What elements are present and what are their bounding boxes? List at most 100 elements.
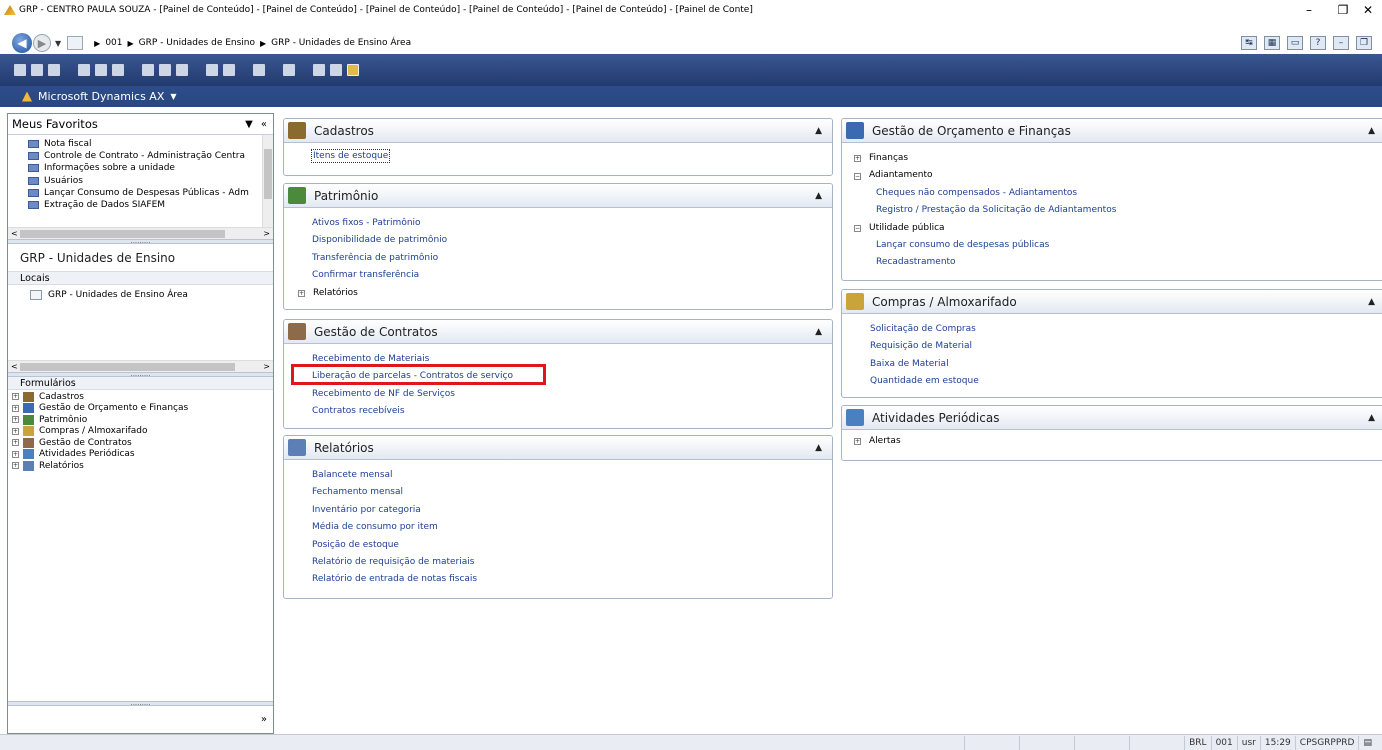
content-pane-icon[interactable] <box>347 64 359 76</box>
expand-icon[interactable]: + <box>854 438 861 446</box>
favorite-item[interactable]: Nota fiscal <box>8 138 256 150</box>
print-preview-icon[interactable] <box>95 64 107 76</box>
breadcrumb-unit[interactable]: GRP - Unidades de Ensino <box>139 38 255 48</box>
chevron-up-icon[interactable]: ▲ <box>815 443 822 453</box>
chevron-up-icon[interactable]: ▲ <box>815 327 822 337</box>
tree-item-relatorios[interactable]: + Relatórios <box>8 460 273 472</box>
tree-item-cadastros[interactable]: + Cadastros <box>8 391 273 403</box>
new-icon[interactable] <box>14 64 26 76</box>
expand-icon[interactable]: + <box>12 439 19 447</box>
link-media-consumo[interactable]: Média de consumo por item <box>312 519 832 536</box>
collapse-icon[interactable]: − <box>854 224 861 232</box>
chevron-up-icon[interactable]: ▲ <box>815 126 822 136</box>
locais-horizontal-scrollbar[interactable]: < > <box>8 360 273 372</box>
collapse-icon[interactable]: − <box>854 172 861 180</box>
tree-item-orcamento[interactable]: + Gestão de Orçamento e Finanças <box>8 403 273 415</box>
status-session-icon[interactable]: ▤ <box>1358 735 1376 750</box>
filter-icon[interactable] <box>283 64 295 76</box>
location-item[interactable]: GRP - Unidades de Ensino Área <box>8 288 273 302</box>
node-relatorios[interactable]: + Relatórios <box>298 285 832 302</box>
mdi-restore-icon[interactable]: ❐ <box>1356 36 1372 50</box>
favorites-horizontal-scrollbar[interactable]: < > <box>8 227 273 239</box>
expand-icon[interactable]: + <box>12 393 19 401</box>
link-posicao-estoque[interactable]: Posição de estoque <box>312 537 832 554</box>
node-financas[interactable]: + Finanças <box>854 150 1382 167</box>
expand-icon[interactable]: + <box>12 462 19 470</box>
configure-buttons-icon[interactable]: » <box>261 714 267 725</box>
status-company[interactable]: 001 <box>1210 735 1237 750</box>
close-button[interactable]: ✕ <box>1354 0 1382 20</box>
app-menu-bar[interactable]: Microsoft Dynamics AX ▼ <box>0 86 1382 107</box>
export-icon[interactable] <box>112 64 124 76</box>
alert-icon[interactable] <box>253 64 265 76</box>
favorites-menu-icon[interactable]: ▼ <box>245 119 253 130</box>
link-requisicao-materiais[interactable]: Relatório de requisição de materiais <box>312 554 832 571</box>
link-quantidade-estoque[interactable]: Quantidade em estoque <box>870 373 1382 390</box>
save-icon[interactable] <box>48 64 60 76</box>
tree-item-patrimonio[interactable]: + Patrimônio <box>8 414 273 426</box>
node-alertas[interactable]: + Alertas <box>854 433 1382 450</box>
chevron-up-icon[interactable]: ▲ <box>1368 297 1375 307</box>
favorites-vertical-scrollbar[interactable] <box>262 135 273 227</box>
chevron-up-icon[interactable]: ▲ <box>1368 126 1375 136</box>
back-button[interactable]: ◀ <box>12 33 32 53</box>
open-icon[interactable] <box>31 64 43 76</box>
tree-item-atividades[interactable]: + Atividades Periódicas <box>8 449 273 461</box>
history-dropdown-icon[interactable]: ▼ <box>55 39 61 48</box>
help-icon[interactable]: ? <box>1310 36 1326 50</box>
chevron-up-icon[interactable]: ▲ <box>1368 413 1375 423</box>
paste-icon[interactable] <box>176 64 188 76</box>
panel-header[interactable]: Cadastros ▲ <box>284 119 832 143</box>
tree-item-compras[interactable]: + Compras / Almoxarifado <box>8 426 273 438</box>
favorite-item[interactable]: Extração de Dados SIAFEM <box>8 199 256 211</box>
breadcrumb-area[interactable]: GRP - Unidades de Ensino Área <box>271 38 411 48</box>
chevron-up-icon[interactable]: ▲ <box>815 191 822 201</box>
panel-header[interactable]: Atividades Periódicas ▲ <box>842 406 1382 430</box>
panel-header[interactable]: Gestão de Contratos ▲ <box>284 320 832 344</box>
node-adiantamento[interactable]: − Adiantamento <box>854 167 1382 184</box>
panel-header[interactable]: Relatórios ▲ <box>284 436 832 460</box>
link-solicitacao-compras[interactable]: Solicitação de Compras <box>870 321 1382 338</box>
grid-icon[interactable] <box>330 64 342 76</box>
refresh-icon[interactable]: ↹ <box>1241 36 1257 50</box>
find-next-icon[interactable] <box>223 64 235 76</box>
cut-icon[interactable] <box>142 64 154 76</box>
link-transferencia[interactable]: Transferência de patrimônio <box>312 250 832 267</box>
panel-header[interactable]: Patrimônio ▲ <box>284 184 832 208</box>
tree-item-contratos[interactable]: + Gestão de Contratos <box>8 437 273 449</box>
link-lancar-consumo[interactable]: Lançar consumo de despesas públicas <box>854 237 1382 254</box>
link-inventario[interactable]: Inventário por categoria <box>312 502 832 519</box>
link-itens-estoque[interactable]: Itens de estoque <box>310 149 391 163</box>
mdi-minimize-icon[interactable]: – <box>1333 36 1349 50</box>
link-confirmar-transferencia[interactable]: Confirmar transferência <box>312 267 832 284</box>
node-utilidade-publica[interactable]: − Utilidade pública <box>854 220 1382 237</box>
link-entrada-notas[interactable]: Relatório de entrada de notas fiscais <box>312 571 832 588</box>
print-icon[interactable] <box>78 64 90 76</box>
copy-icon[interactable] <box>159 64 171 76</box>
layout-icon[interactable]: ▦ <box>1264 36 1280 50</box>
favorite-item[interactable]: Controle de Contrato - Administração Cen… <box>8 150 256 162</box>
link-cheques[interactable]: Cheques não compensados - Adiantamentos <box>854 185 1382 202</box>
breadcrumb-company[interactable]: 001 <box>105 38 122 48</box>
favorite-item[interactable]: Usuários <box>8 175 256 187</box>
link-requisicao-material[interactable]: Requisição de Material <box>870 338 1382 355</box>
expand-icon[interactable]: + <box>12 427 19 435</box>
report-icon[interactable] <box>313 64 325 76</box>
collapse-pane-icon[interactable]: « <box>261 119 267 130</box>
link-registro-prestacao[interactable]: Registro / Prestação da Solicitação de A… <box>854 202 1382 219</box>
expand-icon[interactable]: + <box>12 450 19 458</box>
find-icon[interactable] <box>206 64 218 76</box>
link-liberacao-parcelas[interactable]: Liberação de parcelas - Contratos de ser… <box>312 368 832 385</box>
window-icon[interactable]: ▭ <box>1287 36 1303 50</box>
link-fechamento[interactable]: Fechamento mensal <box>312 484 832 501</box>
link-recebimento-nf[interactable]: Recebimento de NF de Serviços <box>312 386 832 403</box>
favorite-item[interactable]: Lançar Consumo de Despesas Públicas - Ad… <box>8 187 256 199</box>
forward-button[interactable]: ▶ <box>33 34 51 52</box>
panel-header[interactable]: Compras / Almoxarifado ▲ <box>842 290 1382 314</box>
expand-icon[interactable]: + <box>12 404 19 412</box>
link-baixa-material[interactable]: Baixa de Material <box>870 356 1382 373</box>
expand-icon[interactable]: + <box>854 155 861 163</box>
link-disponibilidade[interactable]: Disponibilidade de patrimônio <box>312 232 832 249</box>
expand-icon[interactable]: + <box>12 416 19 424</box>
link-recebimento-materiais[interactable]: Recebimento de Materiais <box>312 351 832 368</box>
